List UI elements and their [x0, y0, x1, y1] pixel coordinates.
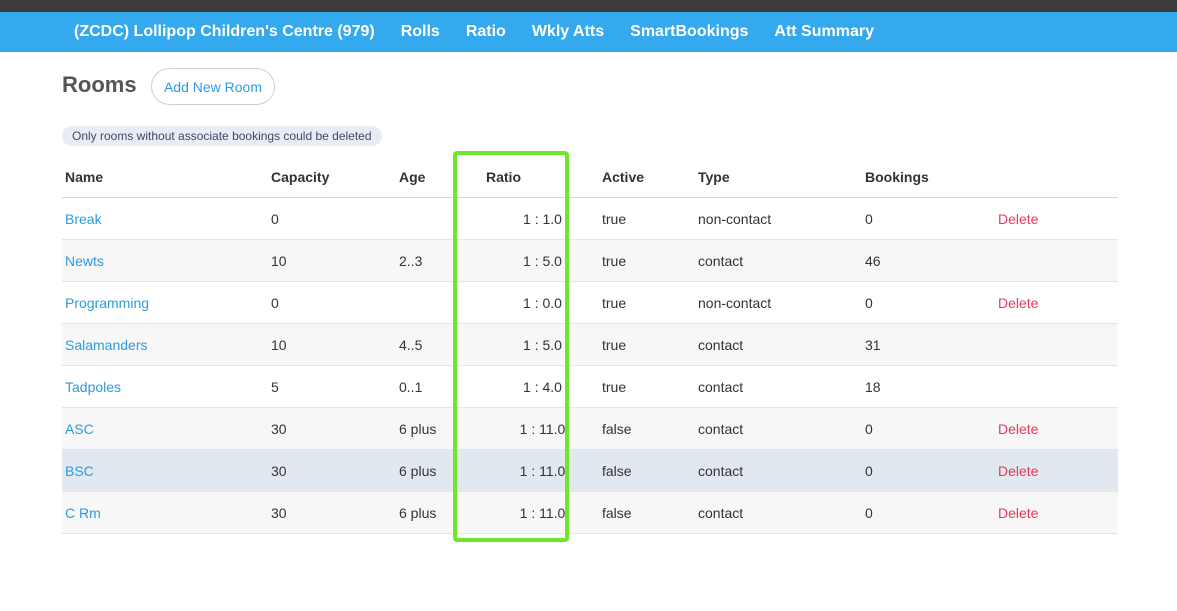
delete-room-link[interactable]: Delete — [998, 211, 1038, 227]
room-capacity: 10 — [268, 323, 396, 366]
header-active: Active — [599, 156, 695, 198]
table-row: ASC 30 6 plus 1 : 11.0 false contact 0 D… — [62, 407, 1118, 450]
room-type: non-contact — [695, 197, 862, 240]
room-age: 0..1 — [396, 365, 486, 408]
table-row: Tadpoles 5 0..1 1 : 4.0 true contact 18 — [62, 365, 1118, 408]
delete-notice-badge: Only rooms without associate bookings co… — [62, 126, 382, 146]
header-actions — [995, 156, 1118, 198]
window-top-strip — [0, 0, 1177, 12]
room-active: true — [599, 323, 695, 366]
room-bookings: 0 — [862, 449, 995, 492]
room-bookings: 0 — [862, 407, 995, 450]
room-age — [396, 197, 486, 240]
room-ratio: 1 : 0.0 — [486, 281, 599, 324]
room-bookings: 46 — [862, 239, 995, 282]
room-type: contact — [695, 407, 862, 450]
table-row: Break 0 1 : 1.0 true non-contact 0 Delet… — [62, 197, 1118, 240]
table-row: Newts 10 2..3 1 : 5.0 true contact 46 — [62, 239, 1118, 282]
room-type: non-contact — [695, 281, 862, 324]
room-type: contact — [695, 365, 862, 408]
add-new-room-button[interactable]: Add New Room — [151, 68, 275, 105]
nav-item-rolls[interactable]: Rolls — [401, 23, 440, 41]
room-active: false — [599, 407, 695, 450]
room-name-link[interactable]: Newts — [65, 253, 104, 269]
nav-item-att-summary[interactable]: Att Summary — [774, 23, 874, 41]
top-navbar: (ZCDC) Lollipop Children's Centre (979) … — [0, 12, 1177, 52]
table-row: Salamanders 10 4..5 1 : 5.0 true contact… — [62, 323, 1118, 366]
room-age: 4..5 — [396, 323, 486, 366]
nav-item-ratio[interactable]: Ratio — [466, 23, 506, 41]
header-type: Type — [695, 156, 862, 198]
room-name-link[interactable]: Tadpoles — [65, 379, 121, 395]
room-ratio: 1 : 1.0 — [486, 197, 599, 240]
room-action-empty — [995, 323, 1118, 366]
delete-room-link[interactable]: Delete — [998, 463, 1038, 479]
room-action-empty — [995, 239, 1118, 282]
header-name: Name — [62, 156, 268, 198]
room-action-empty — [995, 365, 1118, 408]
delete-room-link[interactable]: Delete — [998, 295, 1038, 311]
room-age: 6 plus — [396, 407, 486, 450]
table-header-row: Name Capacity Age Ratio Active Type Book… — [62, 156, 1118, 198]
nav-brand-centre[interactable]: (ZCDC) Lollipop Children's Centre (979) — [74, 23, 375, 41]
room-ratio: 1 : 5.0 — [486, 323, 599, 366]
header-age: Age — [396, 156, 486, 198]
room-age: 2..3 — [396, 239, 486, 282]
room-ratio: 1 : 11.0 — [486, 491, 599, 534]
room-active: true — [599, 365, 695, 408]
room-type: contact — [695, 491, 862, 534]
room-type: contact — [695, 449, 862, 492]
room-bookings: 0 — [862, 281, 995, 324]
room-name-link[interactable]: Break — [65, 211, 102, 227]
room-active: true — [599, 197, 695, 240]
table-row: C Rm 30 6 plus 1 : 11.0 false contact 0 … — [62, 491, 1118, 534]
room-capacity: 5 — [268, 365, 396, 408]
room-ratio: 1 : 5.0 — [486, 239, 599, 282]
room-active: false — [599, 449, 695, 492]
nav-item-smartbookings[interactable]: SmartBookings — [630, 23, 748, 41]
room-capacity: 0 — [268, 197, 396, 240]
room-name-link[interactable]: C Rm — [65, 505, 101, 521]
room-capacity: 30 — [268, 407, 396, 450]
room-age: 6 plus — [396, 491, 486, 534]
room-name-link[interactable]: Salamanders — [65, 337, 148, 353]
room-ratio: 1 : 11.0 — [486, 449, 599, 492]
table-row: Programming 0 1 : 0.0 true non-contact 0… — [62, 281, 1118, 324]
room-name-link[interactable]: Programming — [65, 295, 149, 311]
room-bookings: 0 — [862, 491, 995, 534]
room-age — [396, 281, 486, 324]
rooms-table: Name Capacity Age Ratio Active Type Book… — [62, 156, 1118, 534]
room-capacity: 0 — [268, 281, 396, 324]
room-active: true — [599, 281, 695, 324]
room-capacity: 30 — [268, 491, 396, 534]
table-row-hovered: BSC 30 6 plus 1 : 11.0 false contact 0 D… — [62, 449, 1118, 492]
room-name-link[interactable]: ASC — [65, 421, 94, 437]
room-active: true — [599, 239, 695, 282]
header-capacity: Capacity — [268, 156, 396, 198]
room-type: contact — [695, 323, 862, 366]
room-active: false — [599, 491, 695, 534]
room-capacity: 10 — [268, 239, 396, 282]
room-name-link[interactable]: BSC — [65, 463, 94, 479]
room-age: 6 plus — [396, 449, 486, 492]
room-ratio: 1 : 4.0 — [486, 365, 599, 408]
nav-item-wkly-atts[interactable]: Wkly Atts — [532, 23, 604, 41]
room-ratio: 1 : 11.0 — [486, 407, 599, 450]
delete-room-link[interactable]: Delete — [998, 421, 1038, 437]
room-type: contact — [695, 239, 862, 282]
room-bookings: 18 — [862, 365, 995, 408]
page-title: Rooms — [62, 72, 137, 97]
delete-room-link[interactable]: Delete — [998, 505, 1038, 521]
header-bookings: Bookings — [862, 156, 995, 198]
header-ratio: Ratio — [486, 156, 599, 198]
room-capacity: 30 — [268, 449, 396, 492]
room-bookings: 31 — [862, 323, 995, 366]
room-bookings: 0 — [862, 197, 995, 240]
